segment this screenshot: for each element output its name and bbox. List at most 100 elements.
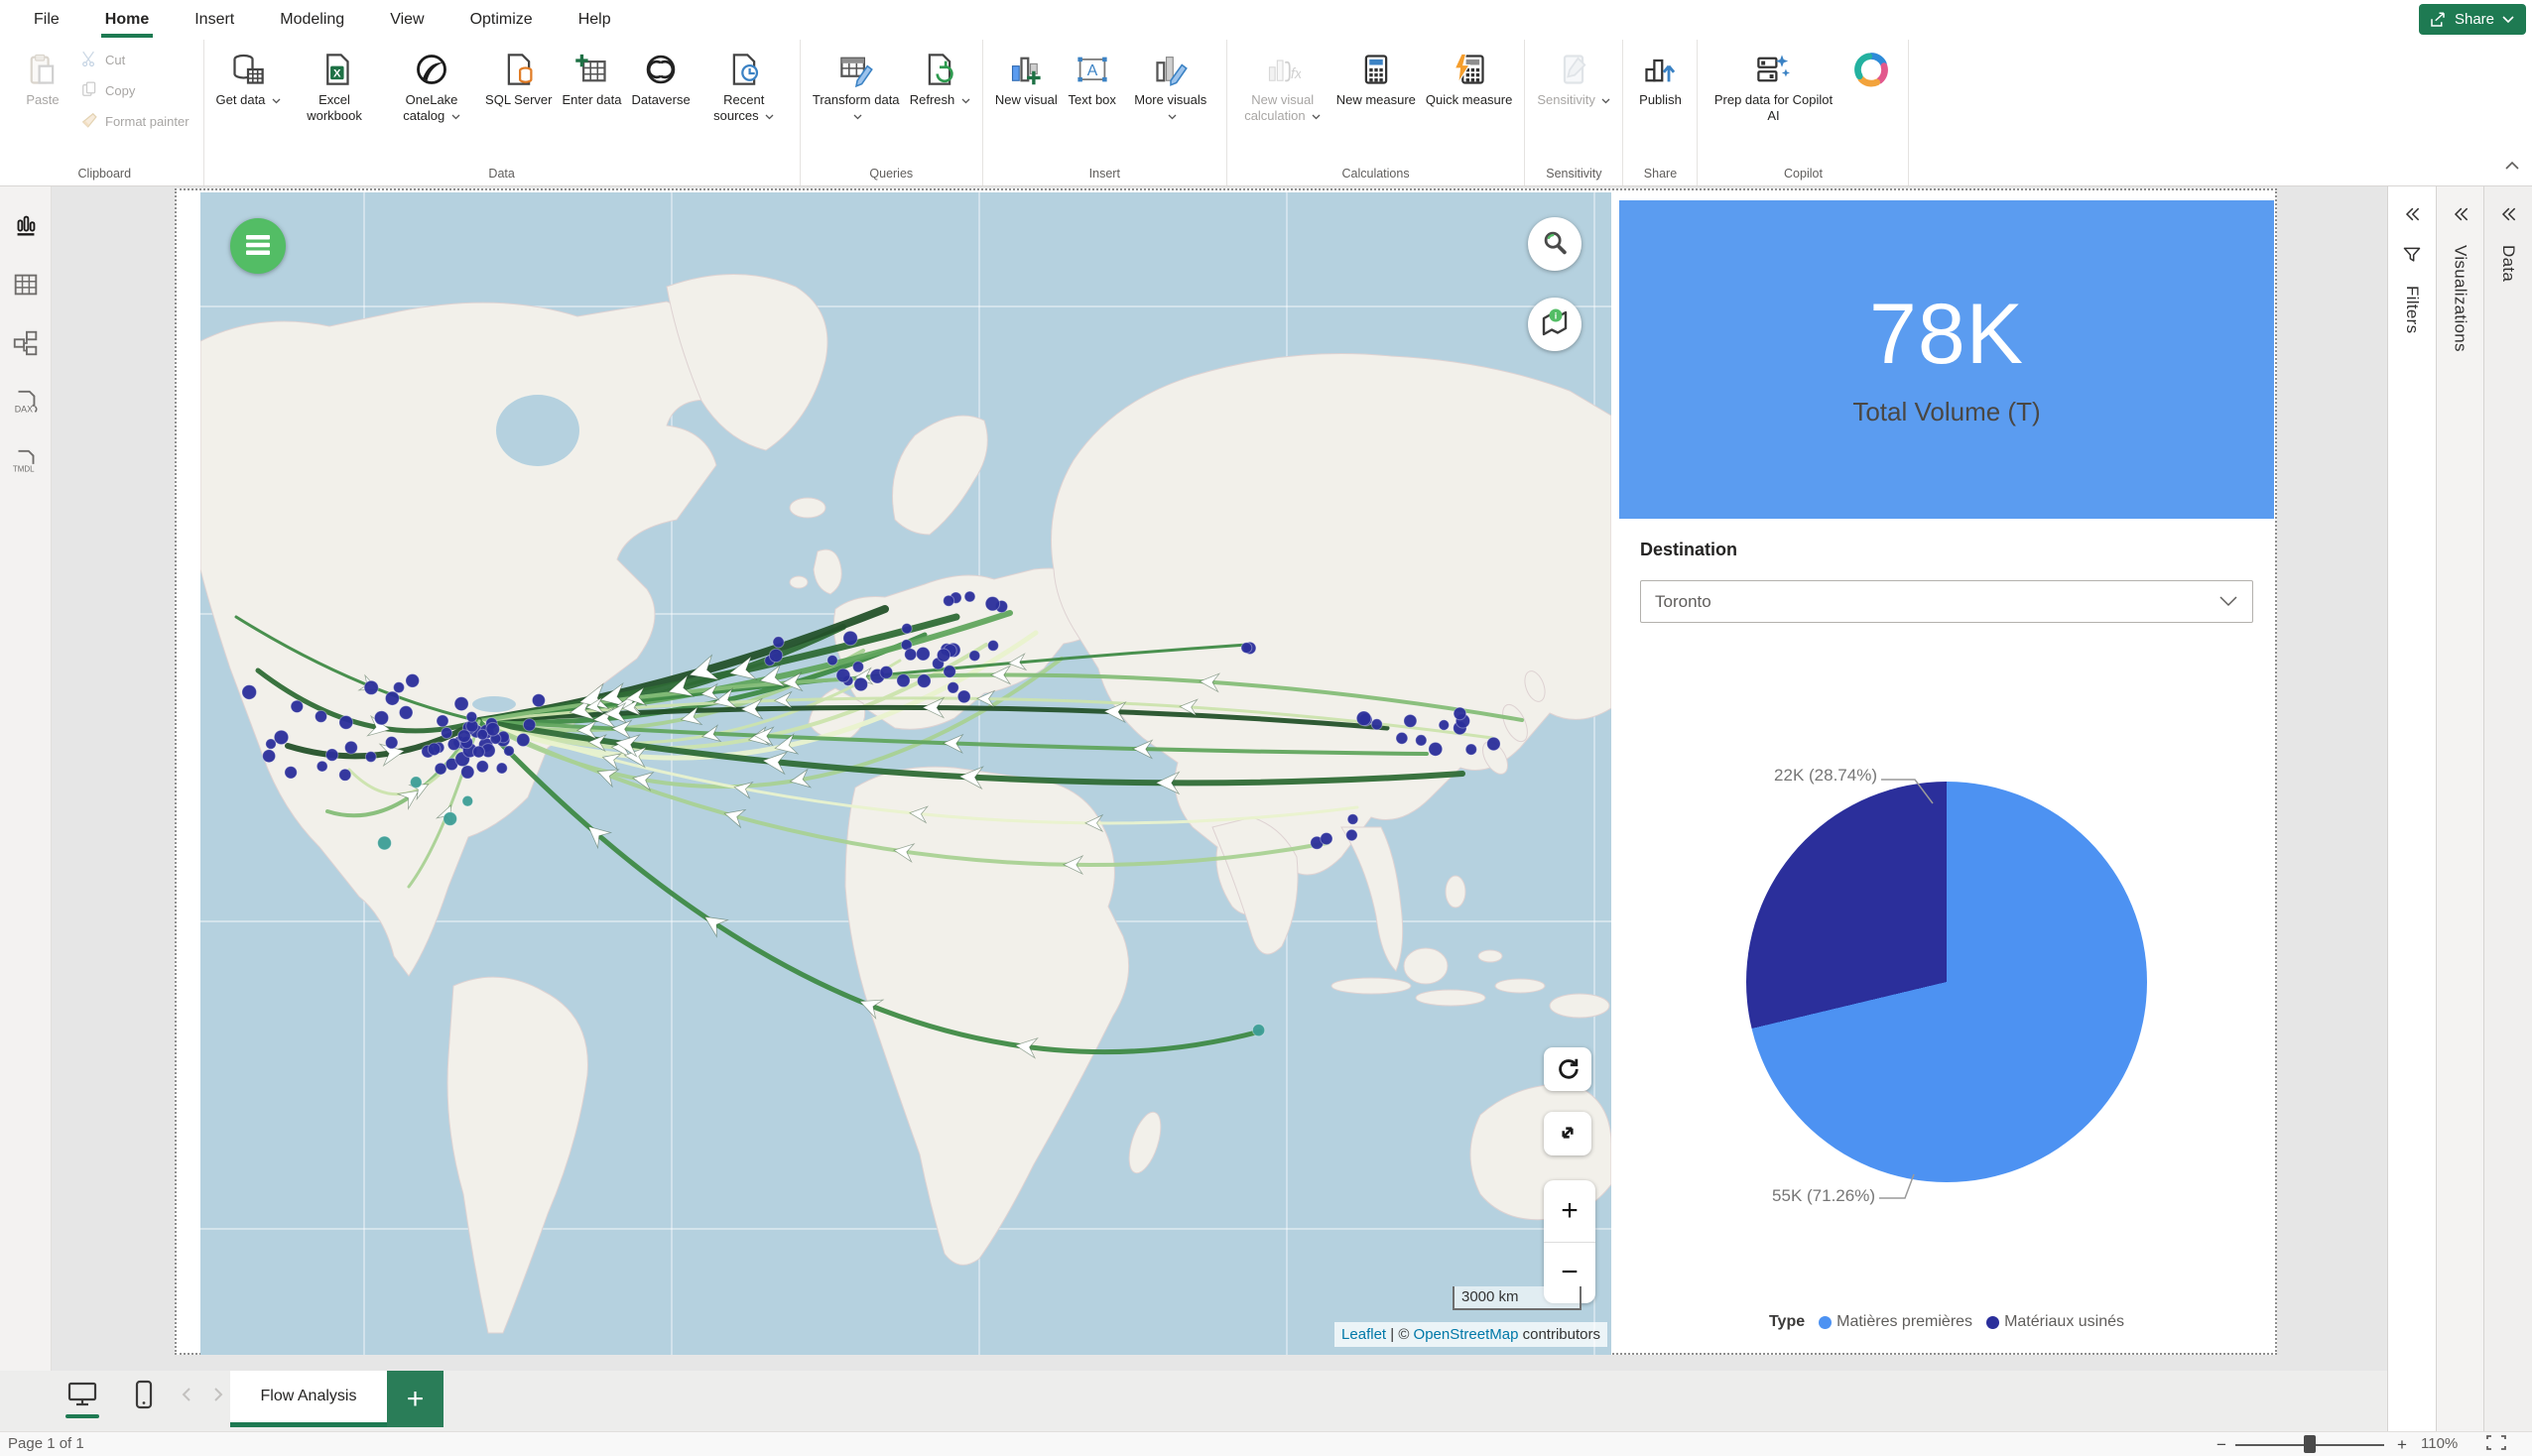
share-icon bbox=[2429, 11, 2447, 29]
page-tab-flow-analysis[interactable]: Flow Analysis bbox=[230, 1371, 387, 1427]
map-menu-button[interactable] bbox=[230, 218, 286, 274]
mobile-layout-button[interactable] bbox=[125, 1379, 163, 1412]
report-canvas[interactable]: i + − bbox=[175, 188, 2277, 1355]
legend-item-mat-riaux-usin-s[interactable]: Matériaux usinés bbox=[1986, 1313, 2124, 1331]
get-data-icon bbox=[230, 50, 266, 89]
refresh-icon bbox=[922, 50, 957, 89]
chevron-right-icon bbox=[213, 1388, 223, 1404]
ribbon-button-refresh[interactable]: Refresh bbox=[906, 44, 974, 110]
ribbon-button-copy: Copy bbox=[73, 76, 195, 105]
openstreetmap-link[interactable]: OpenStreetMap bbox=[1414, 1326, 1519, 1343]
hamburger-icon bbox=[244, 234, 272, 259]
svg-text:DAX: DAX bbox=[14, 404, 32, 414]
menu-home[interactable]: Home bbox=[105, 0, 149, 40]
flow-map-visual[interactable]: i + − bbox=[200, 192, 1611, 1355]
pie-data-label-dark-slice: 22K (28.74%) bbox=[1677, 766, 1877, 786]
ribbon-group-label: Calculations bbox=[1235, 164, 1517, 185]
dataverse-icon bbox=[643, 50, 679, 89]
map-scale-bar: 3000 km bbox=[1453, 1286, 1582, 1310]
more-visuals-icon bbox=[1153, 50, 1189, 89]
sidebar-item-table-view[interactable] bbox=[8, 269, 44, 304]
ribbon-button-new-measure[interactable]: New measure bbox=[1332, 44, 1420, 110]
menu-insert[interactable]: Insert bbox=[194, 0, 234, 40]
desktop-monitor-icon bbox=[66, 1381, 98, 1411]
ribbon-button-cut: Cut bbox=[73, 46, 195, 74]
slicer-selected-value: Toronto bbox=[1655, 592, 2218, 612]
new-page-button[interactable]: + bbox=[387, 1371, 443, 1427]
ribbon-button-enter-data[interactable]: Enter data bbox=[558, 44, 625, 110]
zoom-in-button[interactable]: + bbox=[2391, 1434, 2413, 1456]
onelake-catalog-icon bbox=[414, 50, 449, 89]
data-pane-collapsed[interactable]: Data bbox=[2483, 186, 2532, 1431]
ribbon-button-onelake-catalog[interactable]: OneLake catalog bbox=[384, 44, 479, 126]
ribbon-group-label: Insert bbox=[991, 164, 1218, 185]
ribbon-button-prep-data-for-copilot-ai[interactable]: Prep data for Copilot AI bbox=[1706, 44, 1840, 126]
map-attribution: Leaflet | © OpenStreetMap contributors bbox=[1334, 1322, 1607, 1347]
ribbon-group-copilot: Prep data for Copilot AICopilot bbox=[1698, 40, 1909, 185]
ribbon-button-copilot-icon[interactable] bbox=[1842, 44, 1900, 94]
sidebar-item-tmdl-view[interactable]: TMDL bbox=[8, 446, 44, 482]
ribbon-group-clipboard: PasteCutCopyFormat painterClipboard bbox=[6, 40, 204, 185]
kpi-card-total-volume[interactable]: 78K Total Volume (T) bbox=[1619, 200, 2274, 519]
map-zoom-in-button[interactable]: + bbox=[1544, 1180, 1595, 1242]
ribbon-group-calculations: fxNew visual calculation New measureQuic… bbox=[1227, 40, 1526, 185]
ribbon-button-quick-measure[interactable]: Quick measure bbox=[1422, 44, 1516, 110]
sidebar-item-dax-query-view[interactable]: DAX bbox=[8, 387, 44, 423]
page-indicator: Page 1 of 1 bbox=[8, 1435, 84, 1452]
expand-pane-icon[interactable] bbox=[2498, 204, 2518, 229]
ribbon-button-transform-data[interactable]: Transform data bbox=[809, 44, 904, 126]
sidebar-item-model-view[interactable] bbox=[8, 327, 44, 363]
ribbon-button-get-data[interactable]: Get data bbox=[212, 44, 285, 110]
slicer-title: Destination bbox=[1640, 540, 1737, 560]
collapse-ribbon-icon[interactable] bbox=[2504, 158, 2520, 176]
menu-view[interactable]: View bbox=[390, 0, 424, 40]
map-refresh-button[interactable] bbox=[1544, 1047, 1591, 1091]
ribbon: PasteCutCopyFormat painterClipboardGet d… bbox=[0, 40, 2532, 186]
publish-icon bbox=[1642, 50, 1678, 89]
visualizations-pane-collapsed[interactable]: Visualizations bbox=[2436, 186, 2484, 1431]
ribbon-button-paste: Paste bbox=[14, 44, 71, 110]
menu-optimize[interactable]: Optimize bbox=[470, 0, 533, 40]
search-icon bbox=[1540, 228, 1570, 261]
ribbon-button-more-visuals[interactable]: More visuals bbox=[1123, 44, 1218, 126]
expand-pane-icon[interactable] bbox=[2451, 204, 2470, 229]
menu-help[interactable]: Help bbox=[578, 0, 611, 40]
sidebar-item-report-view[interactable] bbox=[8, 208, 44, 244]
map-expand-button[interactable] bbox=[1544, 1112, 1591, 1155]
pie-chart-visual[interactable]: 22K (28.74%) 55K (71.26%) TypeMatières p… bbox=[1619, 726, 2274, 1353]
map-search-button[interactable] bbox=[1528, 217, 1582, 271]
ribbon-button-sql-server[interactable]: SQL Server bbox=[481, 44, 556, 110]
legend-item-mati-res-premi-res[interactable]: Matières premières bbox=[1819, 1313, 1972, 1331]
leaflet-link[interactable]: Leaflet bbox=[1341, 1326, 1386, 1343]
ribbon-group-label: Share bbox=[1631, 164, 1689, 185]
ribbon-button-publish[interactable]: Publish bbox=[1631, 44, 1689, 110]
desktop-layout-button[interactable] bbox=[63, 1379, 101, 1412]
destination-slicer-dropdown[interactable]: Toronto bbox=[1640, 580, 2253, 623]
page-tab-label: Flow Analysis bbox=[261, 1388, 357, 1404]
ribbon-button-excel-workbook[interactable]: XExcel workbook bbox=[287, 44, 382, 126]
ribbon-button-recent-sources[interactable]: Recent sources bbox=[696, 44, 792, 126]
mobile-phone-icon bbox=[135, 1380, 153, 1412]
zoom-out-button[interactable]: − bbox=[2211, 1434, 2232, 1456]
ribbon-button-new-visual[interactable]: New visual bbox=[991, 44, 1062, 110]
svg-text:X: X bbox=[333, 67, 341, 79]
map-layers-button[interactable]: i bbox=[1528, 298, 1582, 351]
pie-legend: TypeMatières premièresMatériaux usinés bbox=[1619, 1313, 2274, 1331]
powerbi-desktop-window: File Home Insert Modeling View Optimize Help S… bbox=[0, 0, 2532, 1456]
zoom-slider-handle[interactable] bbox=[2304, 1435, 2316, 1453]
pie-leader-lines bbox=[1619, 726, 2274, 1353]
menu-file[interactable]: File bbox=[34, 0, 60, 40]
ribbon-button-text-box[interactable]: AText box bbox=[1064, 44, 1121, 110]
share-button[interactable]: Share bbox=[2419, 4, 2526, 35]
ribbon-button-dataverse[interactable]: Dataverse bbox=[627, 44, 694, 110]
ribbon-group-sensitivity: Sensitivity Sensitivity bbox=[1525, 40, 1623, 185]
map-zoom-control: + − bbox=[1544, 1180, 1595, 1303]
excel-workbook-icon: X bbox=[316, 50, 352, 89]
menu-modeling[interactable]: Modeling bbox=[280, 0, 344, 40]
expand-pane-icon[interactable] bbox=[2402, 204, 2422, 229]
map-scale-label: 3000 km bbox=[1461, 1288, 1519, 1305]
filters-pane-collapsed[interactable]: Filters bbox=[2387, 186, 2436, 1431]
model-view-icon bbox=[11, 328, 41, 363]
status-bar: Page 1 of 1 − + 110% bbox=[0, 1431, 2532, 1456]
fit-to-page-button[interactable] bbox=[2480, 1434, 2512, 1454]
